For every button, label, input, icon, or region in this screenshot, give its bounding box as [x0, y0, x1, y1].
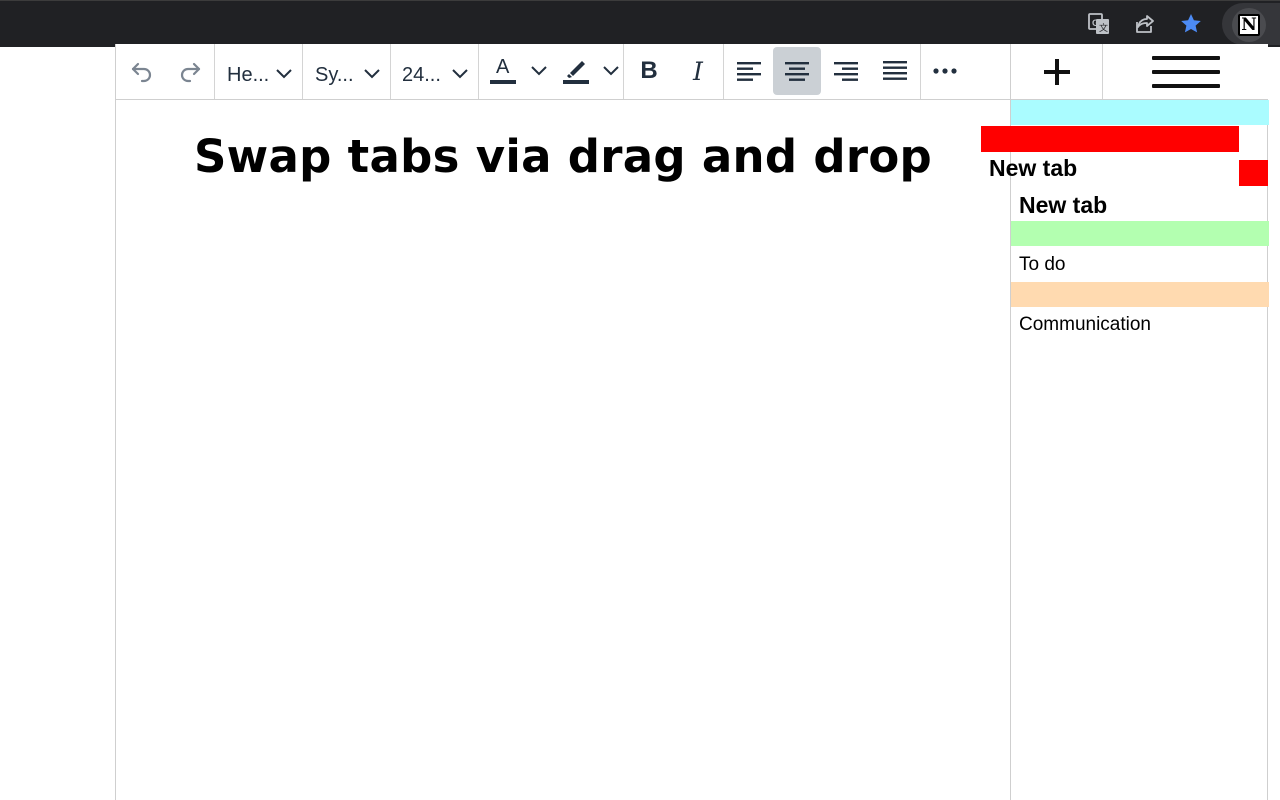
highlight-color-button[interactable] — [556, 47, 596, 95]
toolbar-separator — [390, 44, 391, 99]
font-size-dropdown[interactable]: 24... — [392, 47, 478, 95]
share-icon[interactable] — [1131, 10, 1159, 38]
browser-toolbar: G 文 N — [0, 0, 1280, 47]
align-right-button[interactable] — [822, 47, 870, 95]
chevron-down-icon — [276, 69, 292, 79]
translate-icon[interactable]: G 文 — [1085, 10, 1113, 38]
italic-button[interactable]: I — [676, 47, 720, 95]
align-left-icon — [737, 62, 761, 81]
align-justify-button[interactable] — [871, 47, 919, 95]
sidebar-tab-new-tab[interactable]: New tab — [1019, 192, 1107, 219]
redo-button[interactable] — [168, 47, 212, 95]
italic-icon: I — [693, 56, 703, 86]
chevron-down-icon — [531, 66, 547, 76]
toolbar-separator — [214, 44, 215, 99]
align-left-button[interactable] — [725, 47, 773, 95]
tab-color-strip[interactable] — [1011, 221, 1269, 246]
undo-button[interactable] — [120, 47, 164, 95]
more-button[interactable] — [923, 47, 967, 95]
hamburger-menu-icon — [1152, 55, 1220, 88]
menu-button[interactable] — [1103, 44, 1269, 99]
font-family-label: Sy... — [315, 64, 354, 86]
editor-toolbar: He... Sy... 24... A B I — [116, 44, 1010, 100]
toolbar-separator — [478, 44, 479, 99]
highlighter-icon — [563, 61, 589, 84]
bookmark-star-icon[interactable] — [1177, 10, 1205, 38]
toolbar-separator — [920, 44, 921, 99]
tab-sidebar: New tab To do Communication — [1010, 100, 1269, 800]
text-color-icon: A — [489, 56, 517, 86]
drop-indicator — [1239, 160, 1268, 186]
notion-extension-button[interactable]: N — [1232, 8, 1266, 42]
tab-color-strip[interactable] — [1011, 100, 1269, 125]
block-format-dropdown[interactable]: He... — [216, 47, 302, 95]
text-color-dropdown[interactable] — [526, 47, 552, 95]
undo-icon — [131, 62, 152, 83]
bold-button[interactable]: B — [627, 47, 671, 95]
toolbar-separator — [623, 44, 624, 99]
toolbar-separator — [723, 44, 724, 99]
tab-color-strip[interactable] — [1011, 282, 1269, 307]
chevron-down-icon — [364, 69, 380, 79]
notion-icon: N — [1238, 14, 1260, 36]
font-size-label: 24... — [402, 64, 441, 86]
align-justify-icon — [883, 61, 907, 80]
editor-frame: He... Sy... 24... A B I Swap tabs via dr… — [115, 44, 1269, 800]
drag-ghost-label[interactable]: New tab — [989, 155, 1077, 182]
bold-icon: B — [640, 57, 658, 84]
drag-ghost-bar — [981, 126, 1239, 152]
more-icon — [933, 68, 957, 74]
chevron-down-icon — [452, 69, 468, 79]
block-format-label: He... — [227, 64, 270, 86]
align-center-button[interactable] — [773, 47, 821, 95]
toolbar-separator — [302, 44, 303, 99]
align-center-icon — [785, 62, 809, 81]
chevron-down-icon — [603, 66, 619, 76]
redo-icon — [180, 62, 201, 83]
sidebar-header — [1010, 44, 1268, 100]
highlight-color-dropdown[interactable] — [598, 47, 624, 95]
sidebar-tab-communication[interactable]: Communication — [1019, 314, 1151, 336]
text-color-letter: A — [496, 56, 510, 78]
text-color-button[interactable]: A — [482, 47, 524, 95]
add-tab-button[interactable] — [1011, 44, 1102, 99]
align-right-icon — [834, 62, 858, 81]
svg-text:G: G — [1092, 18, 1099, 28]
document-title[interactable]: Swap tabs via drag and drop — [116, 130, 1010, 183]
font-family-dropdown[interactable]: Sy... — [304, 47, 390, 95]
sidebar-tab-to-do[interactable]: To do — [1019, 254, 1065, 276]
svg-text:文: 文 — [1099, 22, 1108, 34]
plus-icon — [1043, 58, 1070, 85]
